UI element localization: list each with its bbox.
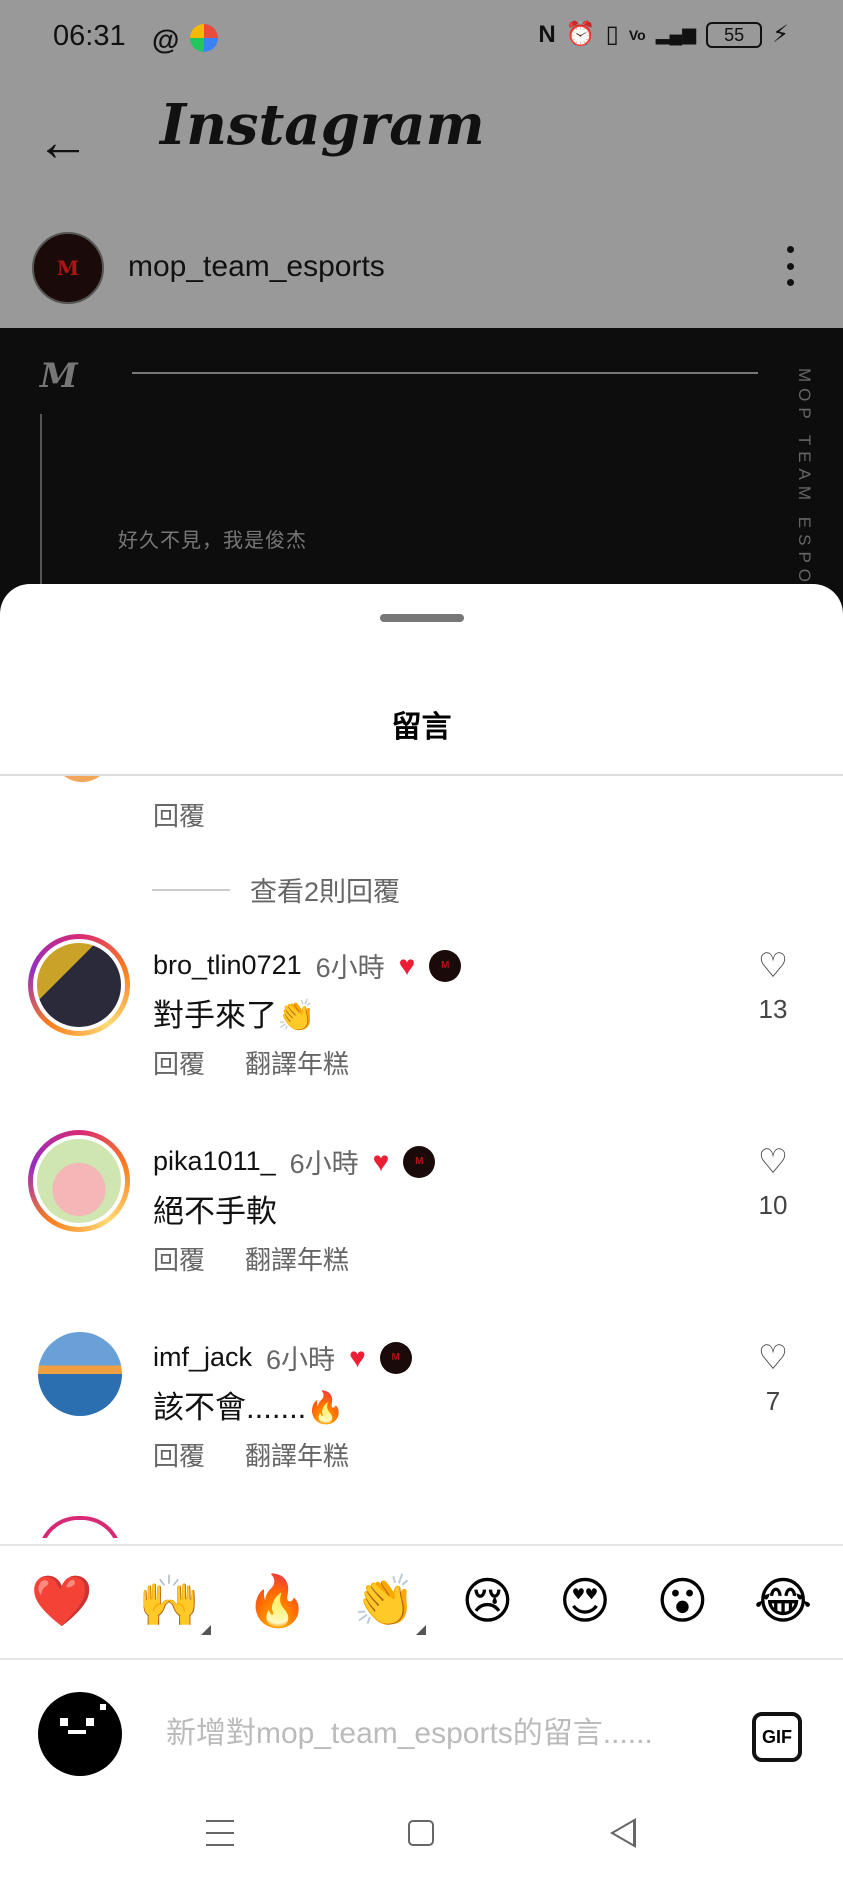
comment-username[interactable]: imf_jack xyxy=(153,1342,252,1373)
recent-apps-icon[interactable] xyxy=(206,1820,234,1846)
post-username[interactable]: mop_team_esports xyxy=(128,250,385,284)
more-options-icon[interactable] xyxy=(780,246,800,286)
app-title: Instagram xyxy=(160,92,485,158)
back-arrow-icon[interactable]: ← xyxy=(36,115,90,169)
comment-username[interactable]: bro_tlin0721 xyxy=(153,950,302,981)
like-button[interactable]: ♡ 7 xyxy=(748,1338,798,1417)
skin-tone-indicator xyxy=(200,1624,211,1635)
emoji-clapping-button[interactable]: 👏 xyxy=(353,1571,426,1635)
comment-item-partial xyxy=(0,1516,843,1538)
comment-text: 對手來了👏 xyxy=(153,998,316,1033)
heart-outline-icon: ♡ xyxy=(757,1339,789,1377)
battery-icon: 55 xyxy=(706,21,763,48)
like-count: 13 xyxy=(758,994,788,1024)
emoji-clapping-glyph: 👏 xyxy=(353,1571,416,1630)
creator-liked-heart-icon: ♥ xyxy=(349,1341,366,1373)
reply-button[interactable]: 回覆 xyxy=(153,1436,205,1473)
post-image-side-text: MOP TEAM ESPOR xyxy=(795,368,814,607)
status-icons: N ⏰ ▯ Vo ▂▄▆ 55 ⚡ xyxy=(538,20,789,49)
volte-icon: Vo xyxy=(628,26,646,43)
comment-composer: GIF xyxy=(0,1660,843,1790)
post-avatar[interactable]: M xyxy=(32,232,104,304)
heart-outline-icon: ♡ xyxy=(757,1143,789,1181)
comment-input[interactable] xyxy=(166,1710,706,1758)
signal-icon: ▂▄▆ xyxy=(655,24,697,44)
vibrate-icon: ▯ xyxy=(605,21,619,48)
translate-button[interactable]: 翻譯年糕 xyxy=(245,1436,349,1473)
reply-button[interactable]: 回覆 xyxy=(153,796,205,833)
mop-logo: M xyxy=(40,356,78,396)
emoji-heart-eyes-button[interactable]: 😍 xyxy=(559,1572,611,1630)
alarm-icon: ⏰ xyxy=(565,21,596,48)
like-button[interactable]: ♡ 13 xyxy=(748,946,798,1025)
heart-outline-icon: ♡ xyxy=(757,947,789,985)
status-bar: 06:31 @ N ⏰ ▯ Vo ▂▄▆ 55 ⚡ xyxy=(0,0,843,80)
comment-item: pika1011_ 6小時 ♥ M 絕不手軟 回覆 翻譯年糕 ♡ 10 xyxy=(0,1130,843,1290)
comment-text: 該不會.......🔥 xyxy=(153,1390,345,1425)
comment-username[interactable]: pika1011_ xyxy=(153,1146,276,1177)
creator-liked-heart-icon: ♥ xyxy=(398,949,416,981)
creator-avatar: M xyxy=(429,949,462,982)
like-count: 7 xyxy=(765,1386,781,1416)
comments-list[interactable]: 回覆 查看2則回覆 bro_tlin0721 6小時 ♥ M 對手來了👏 回覆 … xyxy=(0,776,843,1538)
emoji-crying-button[interactable]: 😢 xyxy=(461,1572,513,1630)
emoji-heart-button[interactable]: ❤️ xyxy=(31,1572,93,1631)
home-icon[interactable] xyxy=(408,1820,434,1846)
avatar xyxy=(38,1516,122,1538)
comment-time: 6小時 xyxy=(289,1149,359,1179)
comments-sheet: 留言 回覆 查看2則回覆 bro_tlin0721 6小時 ♥ M 對手來了👏 … xyxy=(0,584,843,1880)
sheet-title: 留言 xyxy=(391,711,452,744)
emoji-surprised-button[interactable]: 😮 xyxy=(656,1572,708,1630)
translate-button[interactable]: 翻譯年糕 xyxy=(245,1240,349,1277)
comment-item: imf_jack 6小時 ♥ M 該不會.......🔥 回覆 翻譯年糕 ♡ 7 xyxy=(0,1326,843,1486)
charging-icon: ⚡ xyxy=(772,21,789,48)
decorative-line xyxy=(132,372,758,374)
view-replies-button[interactable]: 查看2則回覆 xyxy=(152,870,400,909)
gif-button[interactable]: GIF xyxy=(752,1712,802,1762)
skin-tone-indicator xyxy=(415,1624,426,1635)
avatar-story-ring[interactable] xyxy=(28,934,130,1036)
avatar xyxy=(52,776,112,782)
comment-text: 絕不手軟 xyxy=(153,1194,277,1229)
emoji-laughing-button[interactable]: 😂 xyxy=(754,1572,812,1630)
sheet-grabber[interactable] xyxy=(380,614,464,622)
comment-time: 6小時 xyxy=(266,1345,336,1375)
reply-button[interactable]: 回覆 xyxy=(153,1044,205,1081)
creator-avatar: M xyxy=(403,1145,436,1178)
avatar xyxy=(33,1135,125,1227)
comment-time: 6小時 xyxy=(315,953,385,983)
emoji-fire-button[interactable]: 🔥 xyxy=(246,1572,308,1631)
back-triangle-icon[interactable] xyxy=(610,1818,636,1848)
emoji-raising-hands-glyph: 🙌 xyxy=(138,1571,201,1630)
post-image-caption: 好久不見，我是俊杰 xyxy=(118,530,307,552)
comment-item: bro_tlin0721 6小時 ♥ M 對手來了👏 回覆 翻譯年糕 ♡ 13 xyxy=(0,934,843,1094)
post-image: M 好久不見，我是俊杰 MOP TEAM ESPOR xyxy=(0,328,843,628)
quick-emoji-bar: ❤️ 🙌 🔥 👏 😢 😍 😮 😂 xyxy=(0,1546,843,1656)
app-notification-icon xyxy=(190,24,218,52)
creator-liked-heart-icon: ♥ xyxy=(372,1145,390,1177)
divider xyxy=(152,888,230,891)
nfc-icon: N xyxy=(538,20,556,48)
like-button[interactable]: ♡ 10 xyxy=(748,1142,798,1221)
my-avatar xyxy=(38,1692,122,1776)
system-nav-bar xyxy=(0,1804,843,1880)
emoji-raising-hands-button[interactable]: 🙌 xyxy=(138,1571,211,1635)
creator-avatar: M xyxy=(379,1341,412,1374)
like-count: 10 xyxy=(758,1190,788,1220)
avatar[interactable] xyxy=(38,1332,122,1416)
threads-icon: @ xyxy=(152,24,180,55)
view-replies-label: 查看2則回覆 xyxy=(250,877,401,907)
avatar xyxy=(33,939,125,1031)
status-time: 06:31 xyxy=(53,20,126,52)
translate-button[interactable]: 翻譯年糕 xyxy=(245,1044,349,1081)
reply-button[interactable]: 回覆 xyxy=(153,1240,205,1277)
avatar-story-ring[interactable] xyxy=(28,1130,130,1232)
